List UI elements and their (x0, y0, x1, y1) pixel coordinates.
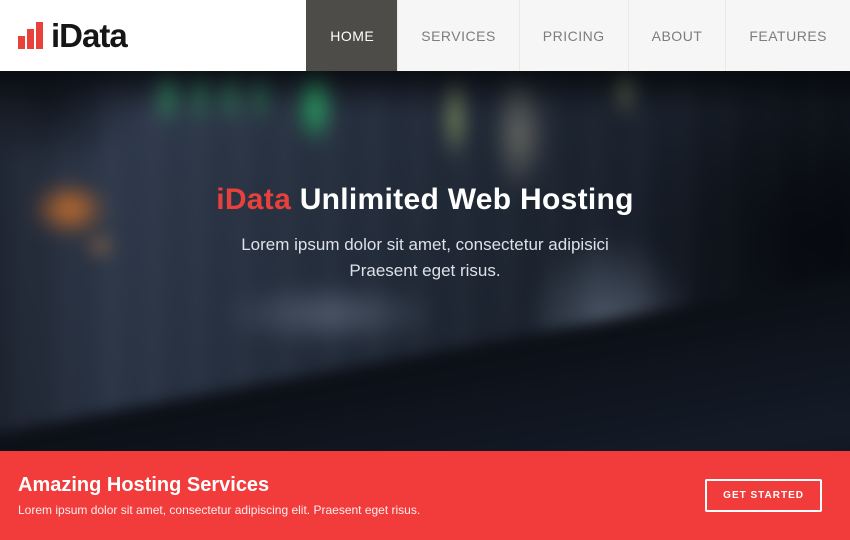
nav-item-about[interactable]: ABOUT (628, 0, 726, 71)
bar-chart-icon (18, 22, 43, 50)
banner-title: Amazing Hosting Services (18, 474, 420, 497)
hero-title-rest: Unlimited Web Hosting (291, 183, 634, 216)
hero-content: iData Unlimited Web Hosting Lorem ipsum … (0, 71, 850, 284)
brand-name: iData (51, 17, 127, 55)
hero-subtitle-line2: Praesent eget risus. (349, 261, 500, 280)
hero-subtitle-line1: Lorem ipsum dolor sit amet, consectetur … (241, 235, 609, 254)
nav-item-services[interactable]: SERVICES (397, 0, 519, 71)
hero-title-accent: iData (216, 183, 291, 216)
cta-banner-copy: Amazing Hosting Services Lorem ipsum dol… (18, 474, 420, 517)
cta-banner: Amazing Hosting Services Lorem ipsum dol… (0, 451, 850, 540)
header: iData HOME SERVICES PRICING ABOUT FEATUR… (0, 0, 850, 71)
banner-text: Lorem ipsum dolor sit amet, consectetur … (18, 503, 420, 517)
nav-item-features[interactable]: FEATURES (725, 0, 850, 71)
main-nav: HOME SERVICES PRICING ABOUT FEATURES (306, 0, 850, 71)
brand-logo[interactable]: iData (0, 0, 127, 71)
get-started-button[interactable]: GET STARTED (705, 479, 822, 512)
hero-subtitle: Lorem ipsum dolor sit amet, consectetur … (0, 232, 850, 284)
nav-item-home[interactable]: HOME (306, 0, 397, 71)
nav-item-pricing[interactable]: PRICING (519, 0, 628, 71)
hero-section: iData Unlimited Web Hosting Lorem ipsum … (0, 71, 850, 451)
hero-title: iData Unlimited Web Hosting (0, 183, 850, 217)
